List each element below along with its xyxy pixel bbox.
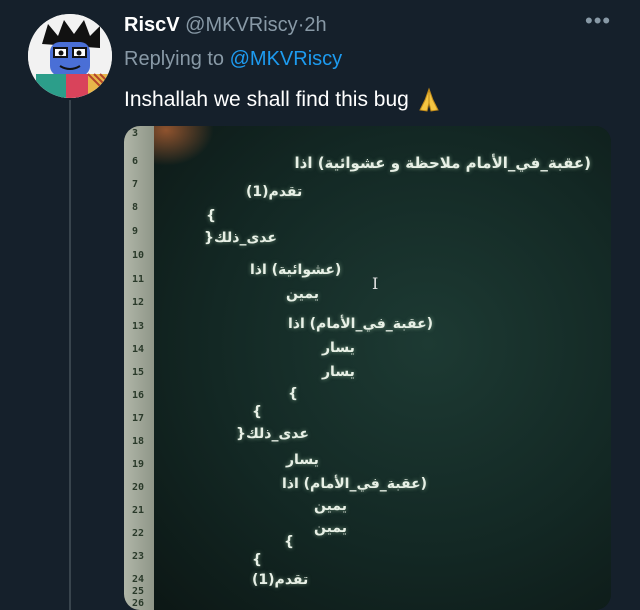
thread-line xyxy=(69,100,71,610)
line-number: 23 xyxy=(132,551,145,562)
code-line: (عقبة_في_الأمام ملاحظة و عشوائية) اذا xyxy=(294,154,592,172)
line-number: 19 xyxy=(132,459,145,470)
code-line: } xyxy=(288,386,298,402)
avatar[interactable] xyxy=(28,14,112,98)
line-number: 18 xyxy=(132,436,145,447)
code-line: (عشوائية) اذا xyxy=(250,262,342,278)
more-horizontal-icon[interactable]: ••• xyxy=(585,8,611,34)
code-line: } xyxy=(284,534,294,550)
user-handle[interactable]: @MKVRiscy xyxy=(185,14,298,36)
line-number: 24 xyxy=(132,574,145,585)
code-line: يمين xyxy=(314,520,347,536)
code-line: يسار xyxy=(286,452,319,468)
code-line: عدى_ذلك{ xyxy=(236,426,309,442)
code-line: (عقبة_في_الأمام) اذا xyxy=(282,476,428,492)
line-number-gutter: 3 6 7 8 9 10 11 12 13 14 15 16 17 18 19 … xyxy=(124,126,154,610)
line-number: 10 xyxy=(132,250,145,261)
line-number: 21 xyxy=(132,505,145,516)
folded-hands-icon xyxy=(418,87,439,113)
line-number: 13 xyxy=(132,321,145,332)
code-line: (عقبة_في_الأمام) اذا xyxy=(288,316,434,332)
line-number: 8 xyxy=(132,202,139,213)
replying-mention-link[interactable]: @MKVRiscy xyxy=(230,48,343,70)
replying-prefix: Replying to xyxy=(124,48,225,70)
display-name[interactable]: RiscV xyxy=(124,14,180,36)
line-number: 6 xyxy=(132,156,139,167)
line-number: 20 xyxy=(132,482,145,493)
line-number: 22 xyxy=(132,528,145,539)
line-number: 11 xyxy=(132,274,145,285)
line-number: 26 xyxy=(132,598,145,609)
line-number: 12 xyxy=(132,297,145,308)
tweet-header: RiscV @MKVRiscy·2h xyxy=(124,12,327,38)
code-line: } xyxy=(252,404,262,420)
text-cursor-icon: I xyxy=(372,274,379,293)
code-line: عدى_ذلك{ xyxy=(204,230,277,246)
code-line: } xyxy=(206,208,216,224)
line-number: 7 xyxy=(132,179,139,190)
screen-glare xyxy=(154,126,214,166)
code-line: تقدم(1) xyxy=(246,184,303,200)
code-line: يمين xyxy=(314,498,347,514)
tweet-text-body: Inshallah we shall find this bug xyxy=(124,88,409,111)
timestamp[interactable]: 2h xyxy=(304,14,326,36)
line-number: 3 xyxy=(132,128,139,139)
line-number: 16 xyxy=(132,390,145,401)
replying-to: Replying to @MKVRiscy xyxy=(124,46,342,72)
code-line: يسار xyxy=(322,340,355,356)
line-number: 17 xyxy=(132,413,145,424)
tweet-media-image[interactable]: 3 6 7 8 9 10 11 12 13 14 15 16 17 18 19 … xyxy=(124,126,611,610)
code-line: تقدم(1) xyxy=(252,572,309,588)
code-editor-screen xyxy=(154,126,611,610)
line-number: 9 xyxy=(132,226,139,237)
code-line: يسار xyxy=(322,364,355,380)
line-number: 15 xyxy=(132,367,145,378)
code-line: } xyxy=(252,552,262,568)
avatar-cartoon-icon xyxy=(28,14,112,98)
line-number: 14 xyxy=(132,344,145,355)
tweet-text: Inshallah we shall find this bug xyxy=(124,86,443,114)
line-number: 25 xyxy=(132,586,145,597)
code-line: يمين xyxy=(286,286,319,302)
